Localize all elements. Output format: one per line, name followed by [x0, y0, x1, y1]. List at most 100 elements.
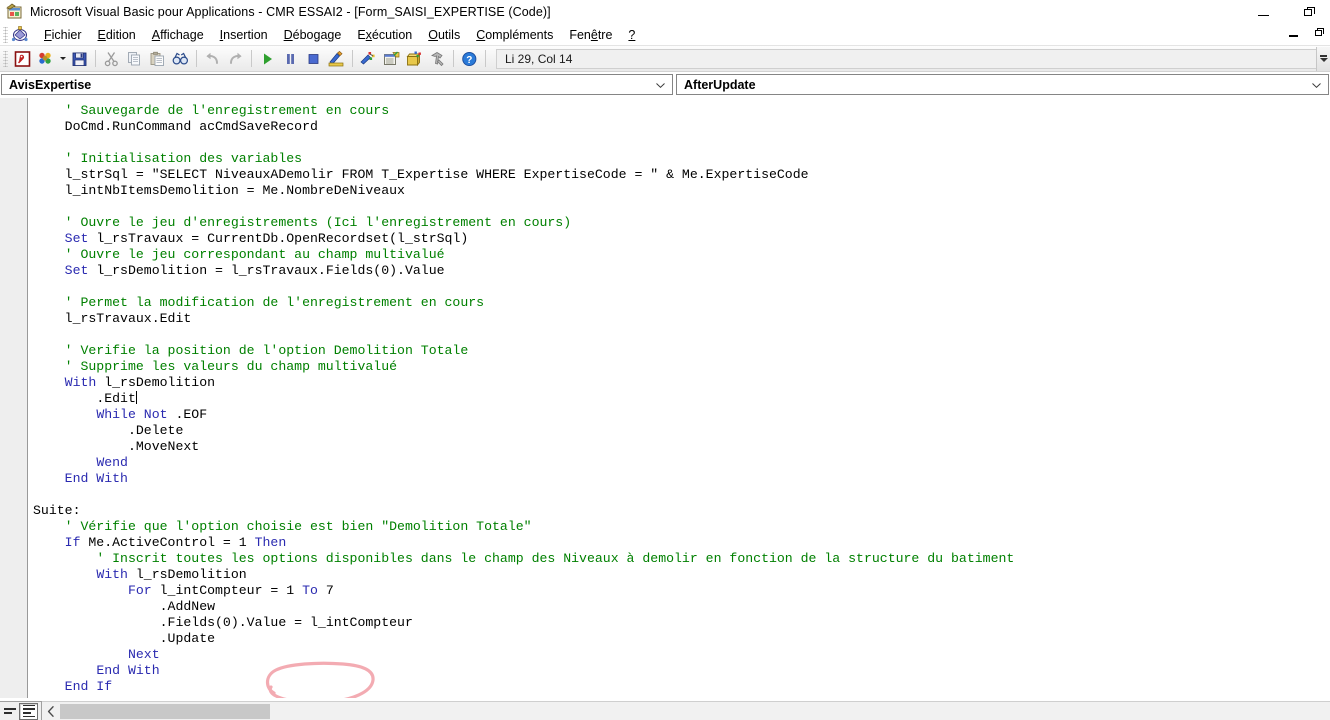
code-line[interactable]: DoCmd.RunCommand acCmdSaveRecord — [28, 119, 1330, 135]
code-line[interactable]: Wend — [28, 455, 1330, 471]
find-icon[interactable] — [169, 48, 192, 70]
design-mode-icon[interactable] — [325, 48, 348, 70]
code-line[interactable]: .Edit — [28, 391, 1330, 407]
code-line[interactable] — [28, 279, 1330, 295]
menu-item-debogage[interactable]: Débogage — [276, 26, 350, 44]
code-line[interactable] — [28, 487, 1330, 503]
code-text-area[interactable]: ' Sauvegarde de l'enregistrement en cour… — [28, 98, 1330, 698]
chevron-down-icon[interactable] — [656, 82, 665, 88]
properties-window-icon[interactable] — [380, 48, 403, 70]
procedure-combobox[interactable]: AfterUpdate — [676, 74, 1329, 95]
vba-app-icon — [6, 3, 24, 21]
toolbox-icon[interactable] — [426, 48, 449, 70]
toolbar-separator — [196, 50, 197, 67]
code-line[interactable]: ' Sauvegarde de l'enregistrement en cour… — [28, 103, 1330, 119]
svg-text:?: ? — [466, 54, 472, 65]
text-caret — [135, 391, 137, 404]
chevron-down-icon[interactable] — [1312, 82, 1321, 88]
menu-item-edition[interactable]: Edition — [90, 26, 144, 44]
menu-drag-grip[interactable] — [3, 26, 8, 43]
code-line[interactable] — [28, 199, 1330, 215]
run-icon[interactable] — [256, 48, 279, 70]
minimize-button[interactable] — [1256, 4, 1272, 20]
window-title: Microsoft Visual Basic pour Applications… — [30, 5, 551, 19]
project-explorer-icon[interactable] — [357, 48, 380, 70]
scroll-left-icon[interactable] — [42, 702, 60, 720]
mdi-restore-button[interactable] — [1314, 26, 1328, 40]
object-browser-icon[interactable] — [403, 48, 426, 70]
menu-item-execution[interactable]: Exécution — [349, 26, 420, 44]
cut-icon[interactable] — [100, 48, 123, 70]
undo-icon[interactable] — [201, 48, 224, 70]
pause-icon[interactable] — [279, 48, 302, 70]
code-line[interactable]: Set l_rsTravaux = CurrentDb.OpenRecordse… — [28, 231, 1330, 247]
code-line[interactable]: ' Verifie la position de l'option Demoli… — [28, 343, 1330, 359]
code-line[interactable]: l_strSql = "SELECT NiveauxADemolir FROM … — [28, 167, 1330, 183]
code-line[interactable]: End With — [28, 663, 1330, 679]
code-line[interactable]: With l_rsDemolition — [28, 567, 1330, 583]
horizontal-scrollbar-track[interactable] — [270, 702, 1330, 720]
menu-item-complements[interactable]: Compléments — [468, 26, 561, 44]
menu-item-fichier[interactable]: FFichierichier — [36, 26, 90, 44]
insert-object-icon[interactable] — [34, 48, 57, 70]
restore-button[interactable] — [1302, 4, 1318, 20]
code-line[interactable]: Next — [28, 647, 1330, 663]
code-line[interactable]: If Me.ActiveControl = 1 Then — [28, 535, 1330, 551]
code-margin-indicator-bar[interactable] — [0, 98, 28, 698]
view-access-icon[interactable] — [11, 48, 34, 70]
cursor-position-display: Li 29, Col 14 — [496, 48, 1316, 69]
copy-icon[interactable] — [123, 48, 146, 70]
code-line[interactable]: ' Vérifie que l'option choisie est bien … — [28, 519, 1330, 535]
title-bar: Microsoft Visual Basic pour Applications… — [0, 0, 1330, 24]
code-line[interactable]: Suite: — [28, 503, 1330, 519]
code-line[interactable]: For l_intCompteur = 1 To 7 — [28, 583, 1330, 599]
code-line[interactable]: With l_rsDemolition — [28, 375, 1330, 391]
toolbar-drag-grip[interactable] — [3, 50, 8, 67]
code-line[interactable]: .MoveNext — [28, 439, 1330, 455]
stop-icon[interactable] — [302, 48, 325, 70]
menu-item-affichage[interactable]: Affichage — [144, 26, 212, 44]
code-line[interactable]: ' Supprime les valeurs du champ multival… — [28, 359, 1330, 375]
vba-menu-icon[interactable] — [11, 26, 29, 43]
toolbar-separator — [95, 50, 96, 67]
redo-icon[interactable] — [224, 48, 247, 70]
toolbar-separator — [485, 50, 486, 67]
code-line[interactable]: ' Inscrit toutes les options disponibles… — [28, 551, 1330, 567]
code-line[interactable]: ' Permet la modification de l'enregistre… — [28, 295, 1330, 311]
help-icon[interactable]: ? — [458, 48, 481, 70]
code-editor-pane: ' Sauvegarde de l'enregistrement en cour… — [0, 97, 1330, 698]
menu-item-aide[interactable]: ? — [620, 26, 643, 44]
horizontal-scrollbar-thumb[interactable] — [60, 703, 270, 719]
save-icon[interactable] — [68, 48, 91, 70]
toolbar-overflow-button[interactable] — [1316, 46, 1330, 71]
menu-item-fenetre[interactable]: Fenêtre — [561, 26, 620, 44]
code-line[interactable] — [28, 135, 1330, 151]
object-combobox[interactable]: AvisExpertise — [1, 74, 673, 95]
code-line[interactable]: ' Ouvre le jeu d'enregistrements (Ici l'… — [28, 215, 1330, 231]
code-line[interactable] — [28, 327, 1330, 343]
menu-item-insertion[interactable]: Insertion — [212, 26, 276, 44]
object-combobox-value: AvisExpertise — [9, 77, 92, 92]
window-controls — [1256, 0, 1318, 24]
code-line[interactable]: .AddNew — [28, 599, 1330, 615]
code-line[interactable]: End With — [28, 471, 1330, 487]
insert-object-dropdown-arrow[interactable] — [57, 48, 68, 70]
code-line[interactable]: End If — [28, 679, 1330, 695]
code-line[interactable]: ' Ouvre le jeu correspondant au champ mu… — [28, 247, 1330, 263]
code-line[interactable]: While Not .EOF — [28, 407, 1330, 423]
mdi-minimize-button[interactable] — [1288, 26, 1302, 40]
full-module-view-icon[interactable] — [19, 702, 38, 720]
paste-icon[interactable] — [146, 48, 169, 70]
code-line[interactable]: .Delete — [28, 423, 1330, 439]
horizontal-scrollbar[interactable] — [42, 701, 1330, 720]
code-line[interactable]: Set l_rsDemolition = l_rsTravaux.Fields(… — [28, 263, 1330, 279]
code-line[interactable]: .Fields(0).Value = l_intCompteur — [28, 615, 1330, 631]
code-line[interactable]: l_intNbItemsDemolition = Me.NombreDeNive… — [28, 183, 1330, 199]
code-line[interactable]: ' Initialisation des variables — [28, 151, 1330, 167]
code-line[interactable]: .Update — [28, 631, 1330, 647]
code-line[interactable]: l_rsTravaux.Edit — [28, 311, 1330, 327]
cursor-position-text: Li 29, Col 14 — [505, 51, 573, 66]
menu-item-outils[interactable]: Outils — [420, 26, 468, 44]
procedure-view-icon[interactable] — [0, 703, 19, 720]
code-pane-selector-bar: AvisExpertise AfterUpdate — [0, 72, 1330, 97]
